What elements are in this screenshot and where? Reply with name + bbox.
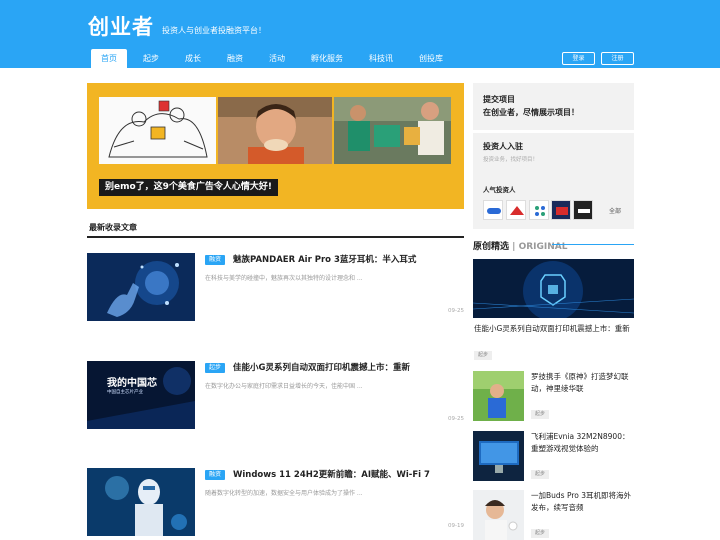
register-button[interactable]: 注册 (601, 52, 634, 65)
article-thumbnail[interactable] (87, 253, 195, 321)
banner-panel-child-eating (218, 97, 332, 164)
article-thumbnail[interactable] (87, 468, 195, 536)
investor-logo[interactable] (483, 200, 503, 220)
investor-logo[interactable] (506, 200, 526, 220)
investor-join-subtitle: 投资业务，找好项目！ (483, 157, 539, 163)
article-date: 09-25 (448, 308, 464, 314)
original-picks-label: 原创精选 (473, 242, 510, 252)
original-item-thumbnail[interactable] (473, 371, 524, 421)
article-date: 09-25 (448, 416, 464, 422)
nav-home[interactable]: 首页 (91, 49, 127, 68)
article-date: 09-19 (448, 523, 464, 529)
popular-investors-label: 人气投资人 (483, 186, 516, 194)
article-thumbnail[interactable]: 我的中国芯 中国自主芯片产业 (87, 361, 195, 429)
investor-logo[interactable] (551, 200, 571, 220)
nav-growth[interactable]: 成长 (175, 49, 211, 68)
nav-start[interactable]: 起步 (133, 49, 169, 68)
original-item-tag[interactable]: 起步 (531, 410, 550, 419)
article-summary: 在科技与美学的碰撞中，魅族再次以其独特的设计理念和 ... (205, 275, 363, 282)
submit-project-subtitle[interactable]: 在创业者，尽情展示项目！ (483, 107, 579, 118)
thumbnail-subheading: 中国自主芯片产业 (107, 390, 143, 395)
original-picks-title: 原创精选 | ORIGINAL (473, 239, 567, 252)
original-item-tag[interactable]: 起步 (531, 470, 550, 479)
login-button[interactable]: 登录 (562, 52, 595, 65)
article-tag[interactable]: 融资 (205, 470, 226, 480)
original-divider (552, 244, 634, 245)
article-item[interactable]: 融资 魅族PANDAER Air Pro 3蓝牙耳机：半入耳式 在科技与美学的碰… (87, 253, 464, 325)
sidebar-divider (473, 130, 634, 133)
main-nav: 首页 起步 成长 融资 活动 孵化服务 科技讯 创投库 (91, 49, 459, 68)
submit-project-title[interactable]: 提交项目 (483, 94, 515, 105)
nav-tech-news[interactable]: 科技讯 (359, 49, 403, 68)
featured-article-image[interactable] (473, 259, 634, 318)
original-item-title[interactable]: 罗技携手《原神》打造梦幻联动，神里绫华联 (531, 371, 633, 395)
section-divider (87, 236, 464, 238)
nav-financing[interactable]: 融资 (217, 49, 253, 68)
featured-article-title[interactable]: 佳能小G灵系列自动双面打印机震撼上市：重新 (474, 323, 632, 335)
original-item-thumbnail[interactable] (473, 431, 524, 481)
article-title[interactable]: 魅族PANDAER Air Pro 3蓝牙耳机：半入耳式 (233, 253, 416, 265)
hero-banner[interactable]: 别emo了，这9个美食广告令人心情大好! (87, 83, 464, 209)
article-summary: 随着数字化转型的加速，数据安全与用户体验成为了操作 ... (205, 490, 363, 497)
article-title[interactable]: 佳能小G灵系列自动双面打印机震撼上市：重新 (233, 361, 410, 373)
thumbnail-heading: 我的中国芯 (107, 378, 157, 389)
banner-panel-illustration (99, 97, 216, 164)
article-item[interactable]: 我的中国芯 中国自主芯片产业 起步 佳能小G灵系列自动双面打印机震撼上市：重新 … (87, 361, 464, 433)
all-investors-link[interactable]: 全部 (609, 206, 621, 215)
site-header: 创业者 投资人与创业者投融资平台！ 首页 起步 成长 融资 活动 孵化服务 科技… (0, 0, 720, 68)
original-item-tag[interactable]: 起步 (531, 529, 550, 538)
nav-events[interactable]: 活动 (259, 49, 295, 68)
site-logo[interactable]: 创业者 (88, 11, 154, 41)
sidebar-panel: 提交项目 在创业者，尽情展示项目！ 投资人入驻 投资业务，找好项目！ 人气投资人… (473, 83, 634, 229)
original-item-title[interactable]: 一加Buds Pro 3耳机即将海外发布，续写音频 (531, 490, 633, 514)
original-item-thumbnail[interactable] (473, 490, 524, 540)
article-title[interactable]: Windows 11 24H2更新前瞻：AI赋能、Wi-Fi 7 (233, 468, 430, 480)
featured-article-tag[interactable]: 起步 (474, 351, 493, 360)
article-item[interactable]: 融资 Windows 11 24H2更新前瞻：AI赋能、Wi-Fi 7 随着数字… (87, 468, 464, 540)
banner-panel-delivery (334, 97, 451, 164)
nav-incubation[interactable]: 孵化服务 (301, 49, 353, 68)
banner-caption[interactable]: 别emo了，这9个美食广告令人心情大好! (99, 179, 279, 196)
article-tag[interactable]: 融资 (205, 255, 226, 265)
original-separator: | (509, 242, 519, 252)
article-tag[interactable]: 起步 (205, 363, 226, 373)
investor-join-title[interactable]: 投资人入驻 (483, 141, 523, 152)
article-summary: 在数字化办公与家庭打印需求日益增长的今天，佳能中国 ... (205, 383, 363, 390)
original-item-title[interactable]: 飞利浦Evnia 32M2N8900：重塑游戏视觉体验的 (531, 431, 633, 455)
nav-vc-library[interactable]: 创投库 (409, 49, 453, 68)
investor-logo[interactable] (529, 200, 549, 220)
latest-articles-title: 最新收录文章 (89, 223, 137, 232)
site-slogan: 投资人与创业者投融资平台！ (162, 26, 266, 35)
investor-logo[interactable] (573, 200, 593, 220)
